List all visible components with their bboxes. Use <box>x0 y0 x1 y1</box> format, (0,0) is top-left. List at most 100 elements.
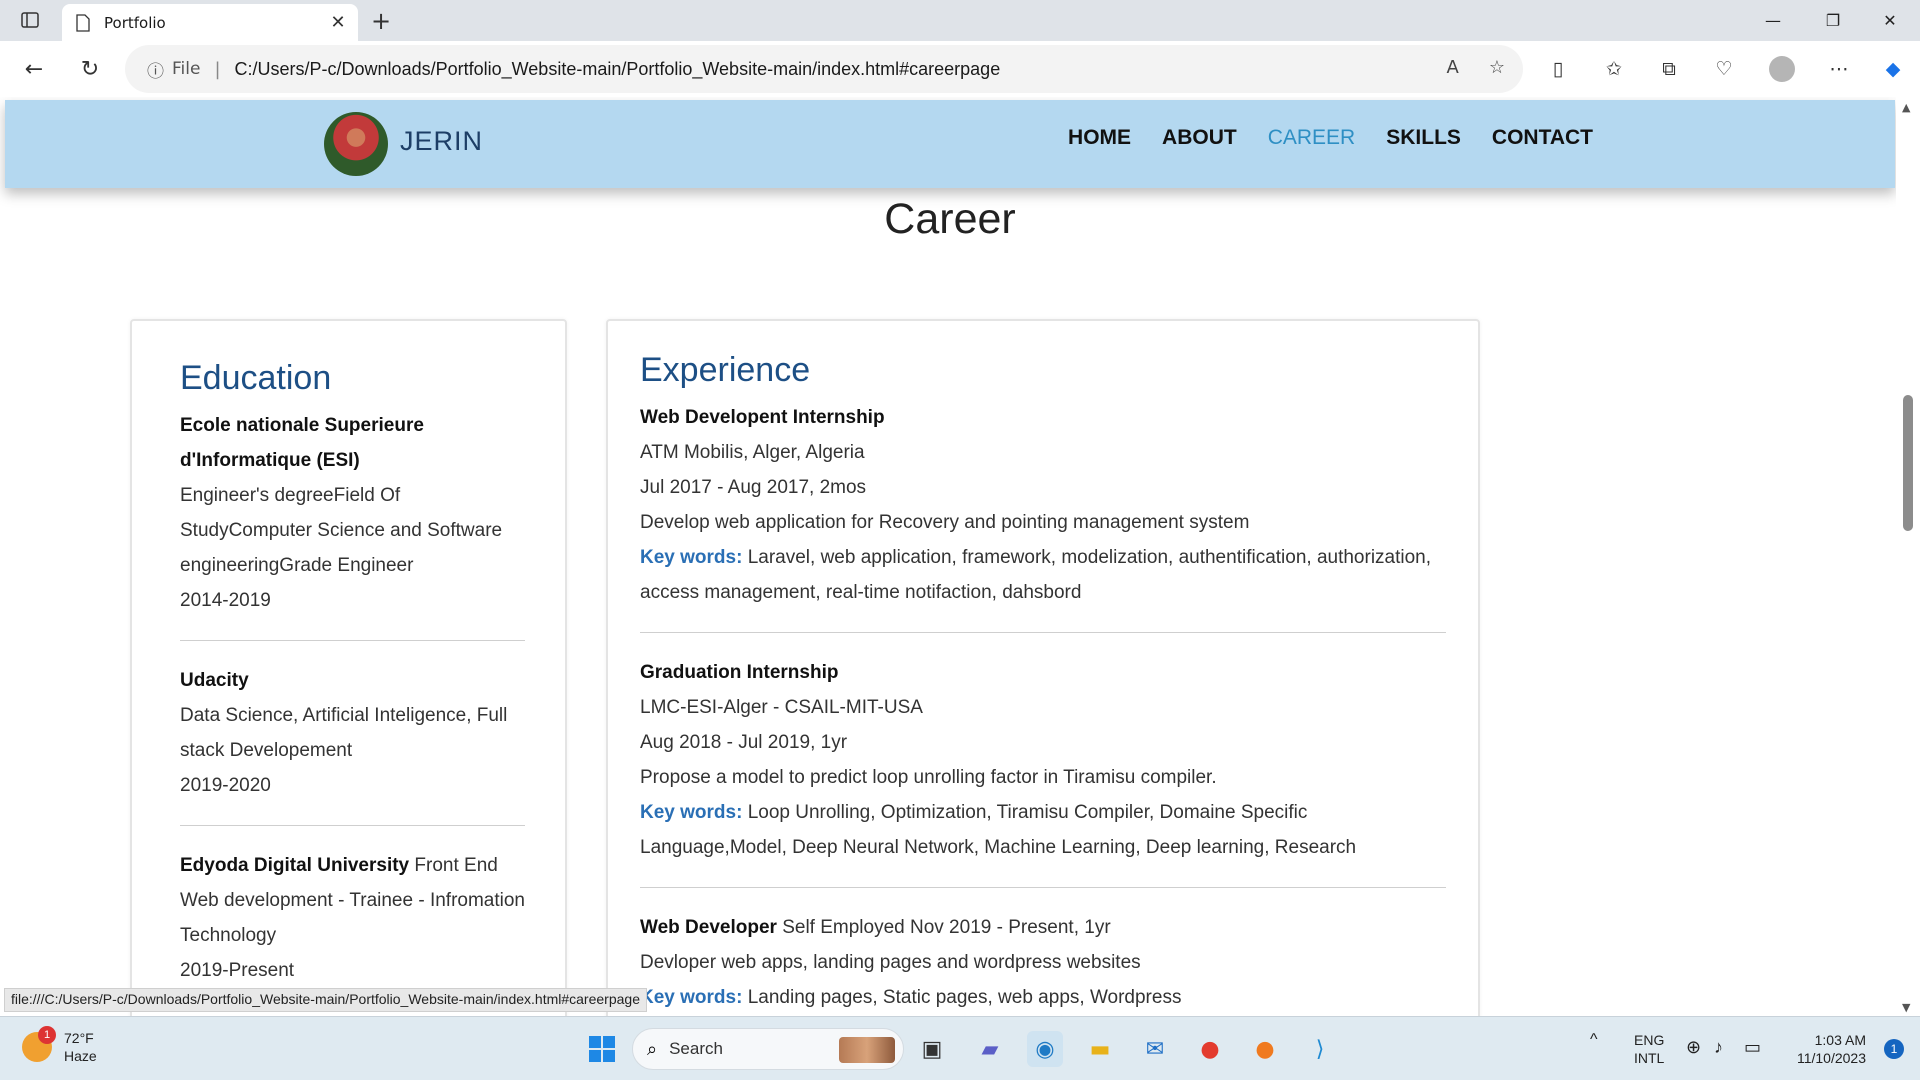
career-heading: Career <box>884 195 1016 243</box>
close-tab-icon[interactable]: ✕ <box>324 9 352 37</box>
mail-icon[interactable]: ✉ <box>1137 1031 1173 1067</box>
education-years: 2014-2019 <box>180 590 271 611</box>
tab-actions-icon[interactable] <box>14 8 46 32</box>
refresh-icon[interactable]: ↻ <box>74 53 106 85</box>
experience-role: Web Developer <box>640 917 777 938</box>
start-icon[interactable] <box>584 1031 620 1067</box>
experience-period: Aug 2018 - Jul 2019, 1yr <box>640 732 848 753</box>
education-detail: Engineer's degreeField Of StudyComputer … <box>180 485 503 576</box>
performance-icon[interactable]: ♡ <box>1708 53 1740 85</box>
education-title: Education <box>180 359 332 397</box>
search-label: Search <box>669 1039 723 1058</box>
vscode-icon[interactable]: ⟩ <box>1302 1031 1338 1067</box>
education-entry: Edyoda Digital University Front End Web … <box>180 848 525 988</box>
nav-contact[interactable]: CONTACT <box>1492 126 1593 150</box>
education-years: 2019-2020 <box>180 775 271 796</box>
profile-icon[interactable] <box>1766 53 1798 85</box>
volume-icon[interactable]: ♪ <box>1714 1037 1723 1058</box>
search-highlight-image <box>839 1037 895 1063</box>
more-options-icon[interactable]: ⋯ <box>1823 53 1855 85</box>
experience-role-suffix: Self Employed Nov 2019 - Present, 1yr <box>782 917 1111 938</box>
education-card: Education Ecole nationale Superieure d'I… <box>130 319 567 1016</box>
education-name: Udacity <box>180 670 249 691</box>
nav-skills[interactable]: SKILLS <box>1386 126 1461 150</box>
keywords-label: Key words: <box>640 987 743 1008</box>
weather-widget[interactable]: 1 72°F Haze <box>22 1026 97 1065</box>
taskbar-search[interactable]: ⌕ Search <box>632 1028 904 1070</box>
experience-entry: Web Developent Internship ATM Mobilis, A… <box>640 400 1446 610</box>
clock[interactable]: 1:03 AM 11/10/2023 <box>1797 1031 1866 1067</box>
logo-text[interactable]: JERIN <box>400 126 483 157</box>
scroll-up-icon[interactable]: ▲ <box>1902 101 1910 114</box>
network-icon[interactable]: ⊕ <box>1686 1037 1701 1058</box>
experience-role: Graduation Internship <box>640 662 839 683</box>
address-separator: | <box>214 58 221 80</box>
read-aloud-icon[interactable]: A <box>1447 57 1459 78</box>
firefox-icon[interactable]: ● <box>1247 1031 1283 1067</box>
battery-icon[interactable]: ▭ <box>1744 1037 1761 1058</box>
browser-toolbar: ← ↻ ⓘ File | C:/Users/P-c/Downloads/Port… <box>0 41 1920 97</box>
experience-description: Devloper web apps, landing pages and wor… <box>640 952 1141 973</box>
divider <box>180 640 525 641</box>
language-indicator[interactable]: ENG INTL <box>1634 1031 1664 1067</box>
favorites-icon[interactable]: ✩ <box>1598 53 1630 85</box>
copilot-icon[interactable]: ◆ <box>1877 53 1909 85</box>
clock-date: 11/10/2023 <box>1796 1050 1866 1066</box>
tray-overflow-icon[interactable]: ^ <box>1590 1031 1598 1049</box>
logo-avatar[interactable] <box>324 112 388 176</box>
weather-temp: 72°F <box>64 1030 94 1046</box>
divider <box>180 825 525 826</box>
keywords-label: Key words: <box>640 802 743 823</box>
experience-description: Develop web application for Recovery and… <box>640 512 1250 533</box>
close-window-icon[interactable]: ✕ <box>1862 0 1918 41</box>
info-icon[interactable]: ⓘ <box>147 57 164 82</box>
file-explorer-icon[interactable]: ▬ <box>1082 1031 1118 1067</box>
scroll-thumb[interactable] <box>1903 395 1913 531</box>
education-years: 2019-Present <box>180 960 295 981</box>
search-icon: ⌕ <box>647 1038 658 1060</box>
nav-career[interactable]: CAREER <box>1268 126 1356 150</box>
nav-home[interactable]: HOME <box>1068 126 1131 150</box>
notification-badge[interactable]: 1 <box>1884 1039 1904 1059</box>
site-nav: HOME ABOUT CAREER SKILLS CONTACT <box>1068 126 1593 150</box>
divider <box>640 887 1446 888</box>
divider <box>640 632 1446 633</box>
education-detail: Data Science, Artificial Inteligence, Fu… <box>180 705 508 761</box>
education-entry: Udacity Data Science, Artificial Intelig… <box>180 663 525 803</box>
restore-icon[interactable]: ❐ <box>1805 0 1861 41</box>
experience-period: Jul 2017 - Aug 2017, 2mos <box>640 477 867 498</box>
tab-title: Portfolio <box>104 13 166 32</box>
page-icon <box>76 13 90 32</box>
address-prefix: File <box>172 59 201 79</box>
address-bar[interactable]: ⓘ File | C:/Users/P-c/Downloads/Portfoli… <box>125 45 1523 93</box>
experience-description: Propose a model to predict loop unrollin… <box>640 767 1217 788</box>
browser-tab[interactable]: Portfolio ✕ <box>62 4 358 41</box>
experience-keywords: Landing pages, Static pages, web apps, W… <box>747 987 1182 1008</box>
task-view-icon[interactable]: ▣ <box>914 1031 950 1067</box>
new-tab-icon[interactable]: + <box>366 6 396 36</box>
edge-icon[interactable]: ◉ <box>1027 1031 1063 1067</box>
url-text[interactable]: C:/Users/P-c/Downloads/Portfolio_Website… <box>235 59 1001 80</box>
split-screen-icon[interactable]: ▯ <box>1542 53 1574 85</box>
experience-keywords: Loop Unrolling, Optimization, Tiramisu C… <box>640 802 1357 858</box>
teams-chat-icon[interactable]: ▰ <box>972 1031 1008 1067</box>
experience-keywords: Laravel, web application, framework, mod… <box>640 547 1432 603</box>
favorite-star-icon[interactable]: ☆ <box>1489 57 1505 78</box>
browser-tab-bar: Portfolio ✕ + — ❐ ✕ <box>0 0 1920 41</box>
weather-badge: 1 <box>38 1026 56 1044</box>
collections-icon[interactable]: ⧉ <box>1653 53 1685 85</box>
education-name: Ecole nationale Superieure d'Informatiqu… <box>180 415 424 471</box>
back-icon[interactable]: ← <box>18 53 50 85</box>
site-header: JERIN HOME ABOUT CAREER SKILLS CONTACT <box>5 100 1895 188</box>
minimize-icon[interactable]: — <box>1745 0 1801 41</box>
experience-company: LMC-ESI-Alger - CSAIL-MIT-USA <box>640 697 923 718</box>
experience-company: ATM Mobilis, Alger, Algeria <box>640 442 865 463</box>
scroll-down-icon[interactable]: ▼ <box>1902 1001 1910 1014</box>
nav-about[interactable]: ABOUT <box>1162 126 1237 150</box>
lang-top: ENG <box>1634 1032 1665 1048</box>
keywords-label: Key words: <box>640 547 743 568</box>
chrome-icon[interactable]: ● <box>1192 1031 1228 1067</box>
page-scrollbar[interactable]: ▲ ▼ <box>1896 97 1920 1016</box>
lang-bottom: INTL <box>1634 1050 1665 1066</box>
page-viewport: JERIN HOME ABOUT CAREER SKILLS CONTACT C… <box>0 97 1920 1016</box>
